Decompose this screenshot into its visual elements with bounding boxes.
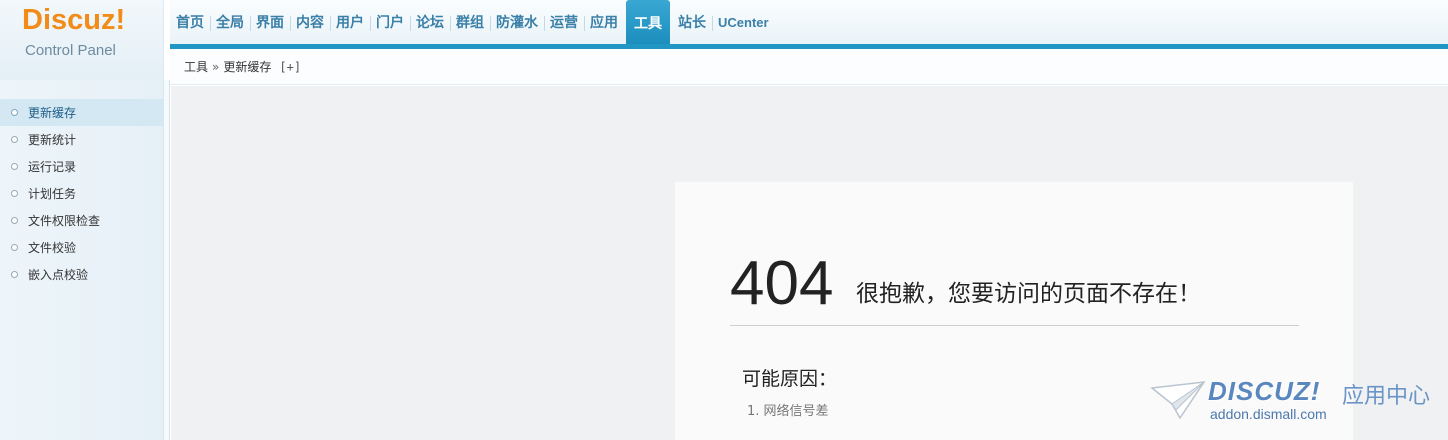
nav-tab-interface[interactable]: 界面	[250, 0, 290, 44]
nav-tab-anti-spam[interactable]: 防灌水	[490, 0, 544, 44]
breadcrumb-current: 更新缓存	[223, 60, 272, 74]
nav-tab-home[interactable]: 首页	[170, 0, 210, 44]
sidebar-item-update-cache[interactable]: 更新缓存	[0, 99, 164, 126]
bullet-icon	[11, 163, 18, 170]
bullet-icon	[11, 244, 18, 251]
sidebar-item-label: 文件校验	[28, 241, 77, 255]
breadcrumb-separator: »	[212, 59, 220, 74]
bullet-icon	[11, 136, 18, 143]
sidebar-item-label: 运行记录	[28, 160, 77, 174]
divider	[730, 325, 1299, 326]
sidebar-item-label: 文件权限检查	[28, 214, 101, 228]
bullet-icon	[11, 190, 18, 197]
nav-tab-portal[interactable]: 门户	[370, 0, 410, 44]
error-card: 404 很抱歉，您要访问的页面不存在！ 可能原因： 1. 网络信号差	[675, 182, 1353, 440]
sidebar: 更新缓存 更新统计 运行记录 计划任务 文件权限检查 文件校验 嵌入点校验	[0, 80, 164, 440]
sidebar-item-label: 嵌入点校验	[28, 268, 89, 282]
top-navigation: 首页 全局 界面 内容 用户 门户 论坛 群组 防灌水 运营 应用 工具 站长 …	[170, 0, 1448, 46]
sidebar-item-label: 计划任务	[28, 187, 77, 201]
sidebar-item-run-log[interactable]: 运行记录	[0, 153, 164, 180]
nav-tab-operations[interactable]: 运营	[544, 0, 584, 44]
bullet-icon	[11, 271, 18, 278]
bullet-icon	[11, 109, 18, 116]
reasons-list: 1. 网络信号差	[747, 402, 829, 422]
sidebar-item-label: 更新缓存	[28, 106, 77, 120]
nav-tab-groups[interactable]: 群组	[450, 0, 490, 44]
nav-tab-apps[interactable]: 应用	[584, 0, 624, 44]
logo[interactable]: Discuz! Control Panel	[0, 0, 164, 80]
nav-tab-webmaster[interactable]: 站长	[672, 0, 712, 44]
add-to-shortcuts-button[interactable]: [+]	[279, 60, 301, 74]
nav-tab-forum[interactable]: 论坛	[410, 0, 450, 44]
nav-tab-ucenter[interactable]: UCenter	[712, 0, 775, 44]
nav-tab-tools[interactable]: 工具	[626, 0, 670, 46]
sidebar-item-file-verify[interactable]: 文件校验	[0, 234, 164, 261]
logo-brand: Discuz!	[22, 4, 126, 36]
main-content: 404 很抱歉，您要访问的页面不存在！ 可能原因： 1. 网络信号差	[171, 86, 1448, 440]
logo-subtitle: Control Panel	[25, 42, 116, 59]
sidebar-item-scheduled-tasks[interactable]: 计划任务	[0, 180, 164, 207]
sidebar-splitter[interactable]	[164, 80, 170, 440]
list-item: 1. 网络信号差	[747, 404, 829, 419]
breadcrumb-root[interactable]: 工具	[184, 58, 208, 75]
reasons-title: 可能原因：	[742, 368, 838, 390]
sidebar-item-update-stats[interactable]: 更新统计	[0, 126, 164, 153]
error-message: 很抱歉，您要访问的页面不存在！	[856, 281, 1201, 307]
sidebar-item-label: 更新统计	[28, 133, 77, 147]
nav-tab-global[interactable]: 全局	[210, 0, 250, 44]
sidebar-menu: 更新缓存 更新统计 运行记录 计划任务 文件权限检查 文件校验 嵌入点校验	[0, 99, 164, 288]
breadcrumb: 工具 » 更新缓存 [+]	[170, 49, 1448, 85]
sidebar-item-file-permissions[interactable]: 文件权限检查	[0, 207, 164, 234]
error-code: 404	[730, 249, 834, 318]
bullet-icon	[11, 217, 18, 224]
sidebar-item-hook-verify[interactable]: 嵌入点校验	[0, 261, 164, 288]
nav-tab-content[interactable]: 内容	[290, 0, 330, 44]
nav-tab-users[interactable]: 用户	[330, 0, 370, 44]
